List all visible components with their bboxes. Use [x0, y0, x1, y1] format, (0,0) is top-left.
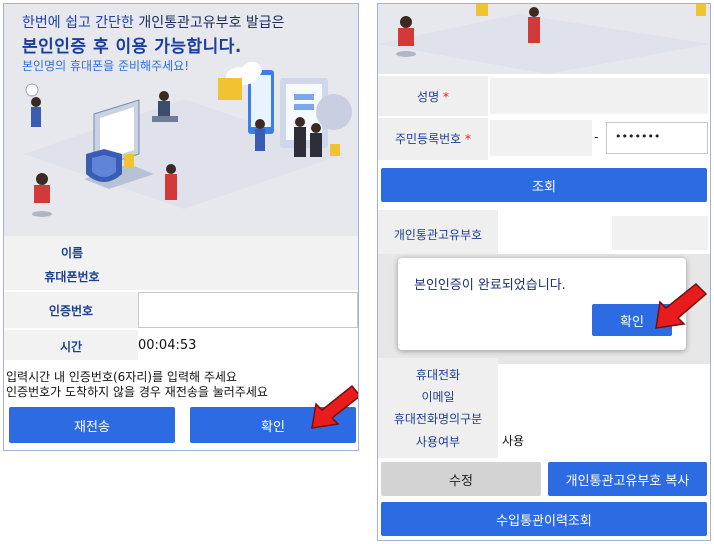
alert-dialog: 본인인증이 완료되었습니다. 확인	[398, 258, 686, 350]
countdown-timer: 00:04:53	[138, 338, 197, 353]
shield-icon	[86, 149, 122, 182]
person-icon	[396, 16, 416, 57]
person-icon	[32, 173, 52, 217]
customs-code-value	[612, 216, 708, 250]
dialog-message: 본인인증이 완료되었습니다.	[414, 278, 566, 293]
customs-code-label: 개인통관고유부호	[393, 228, 483, 242]
use-status-value: 사용	[502, 434, 525, 448]
verification-code-input[interactable]	[138, 292, 358, 328]
instruction-line-2: 인증번호가 도착하지 않을 경우 재전송을 눌러주세요	[6, 385, 268, 399]
person-icon	[31, 97, 41, 127]
verification-panel: 한번에 쉽고 간단한 개인통관고유부호 발급은 본인인증 후 이용 가능합니다.…	[3, 3, 359, 451]
person-icon	[294, 117, 306, 157]
copy-code-button[interactable]: 개인통관고유부호 복사	[548, 462, 707, 496]
rrn-front-input[interactable]	[490, 120, 592, 156]
required-mark: *	[465, 132, 472, 146]
lookup-button[interactable]: 조회	[381, 168, 707, 202]
edit-button[interactable]: 수정	[381, 462, 541, 496]
hero-illustration	[378, 4, 710, 74]
person-icon	[255, 119, 265, 151]
required-mark: *	[442, 90, 449, 104]
shopping-bag-icon	[696, 4, 706, 16]
shopping-bag-icon	[124, 154, 134, 168]
resend-button[interactable]: 재전송	[9, 407, 175, 443]
phone-owner-type-label: 휴대전화명의구분	[393, 412, 483, 426]
person-icon	[310, 123, 322, 157]
rrn-label: 주민등록번호 *	[378, 130, 488, 147]
mobile-phone-label: 휴대전화	[415, 368, 461, 382]
name-label-text: 성명	[417, 90, 440, 104]
phone-call-icon	[25, 83, 39, 97]
time-label: 시간	[59, 340, 83, 354]
rrn-dash: -	[594, 130, 599, 144]
rrn-label-text: 주민등록번호	[394, 132, 462, 146]
globe-icon	[316, 94, 352, 130]
verification-code-label: 인증번호	[48, 304, 94, 318]
red-arrow-icon	[311, 384, 358, 429]
hero-banner: 한번에 쉽고 간단한 개인통관고유부호 발급은 본인인증 후 이용 가능합니다.…	[4, 4, 358, 236]
name-label: 성명 *	[378, 88, 488, 105]
rrn-back-input[interactable]: •••••••	[606, 122, 708, 154]
sign-board-icon	[218, 78, 242, 100]
red-arrow-icon	[655, 282, 708, 329]
hero-banner-partial	[378, 4, 710, 74]
use-status-label: 사용여부	[415, 435, 461, 449]
lookup-panel: 성명 * 주민등록번호 * - ••••••• 조회 개인통관고유부호 본인인증…	[377, 3, 711, 541]
rrn-back-value: •••••••	[615, 130, 661, 143]
import-history-button[interactable]: 수입통관이력조회	[381, 502, 707, 536]
email-label: 이메일	[421, 390, 455, 404]
phone-number-label: 휴대폰번호	[44, 270, 100, 284]
person-icon	[528, 7, 540, 43]
shopping-bag-icon	[330, 144, 340, 156]
hero-illustration	[24, 62, 352, 217]
name-input[interactable]	[490, 78, 708, 114]
shopping-bag-icon	[476, 4, 488, 16]
name-label: 이름	[60, 246, 84, 260]
person-icon	[165, 164, 177, 200]
